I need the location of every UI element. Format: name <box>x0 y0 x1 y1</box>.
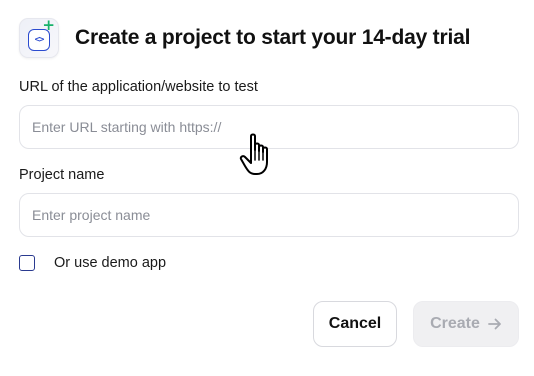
project-name-label: Project name <box>19 167 105 183</box>
page-title: Create a project to start your 14-day tr… <box>75 26 471 49</box>
dialog-header: <> + Create a project to start your 14-d… <box>19 18 470 58</box>
arrow-right-icon <box>488 318 501 330</box>
url-field-label: URL of the application/website to test <box>19 79 258 95</box>
demo-app-label[interactable]: Or use demo app <box>54 255 166 271</box>
cancel-button-label: Cancel <box>328 315 382 332</box>
plus-icon: + <box>42 16 55 34</box>
hand-pointer-cursor-icon <box>239 133 268 175</box>
create-button[interactable]: Create <box>413 301 519 347</box>
create-button-label: Create <box>430 315 480 332</box>
demo-app-checkbox[interactable] <box>19 255 35 271</box>
cancel-button[interactable]: Cancel <box>313 301 397 347</box>
project-name-input[interactable] <box>19 193 519 237</box>
code-brackets-plus-icon: <> + <box>19 18 59 58</box>
create-project-dialog: <> + Create a project to start your 14-d… <box>0 0 534 376</box>
demo-app-option[interactable]: Or use demo app <box>19 255 166 271</box>
